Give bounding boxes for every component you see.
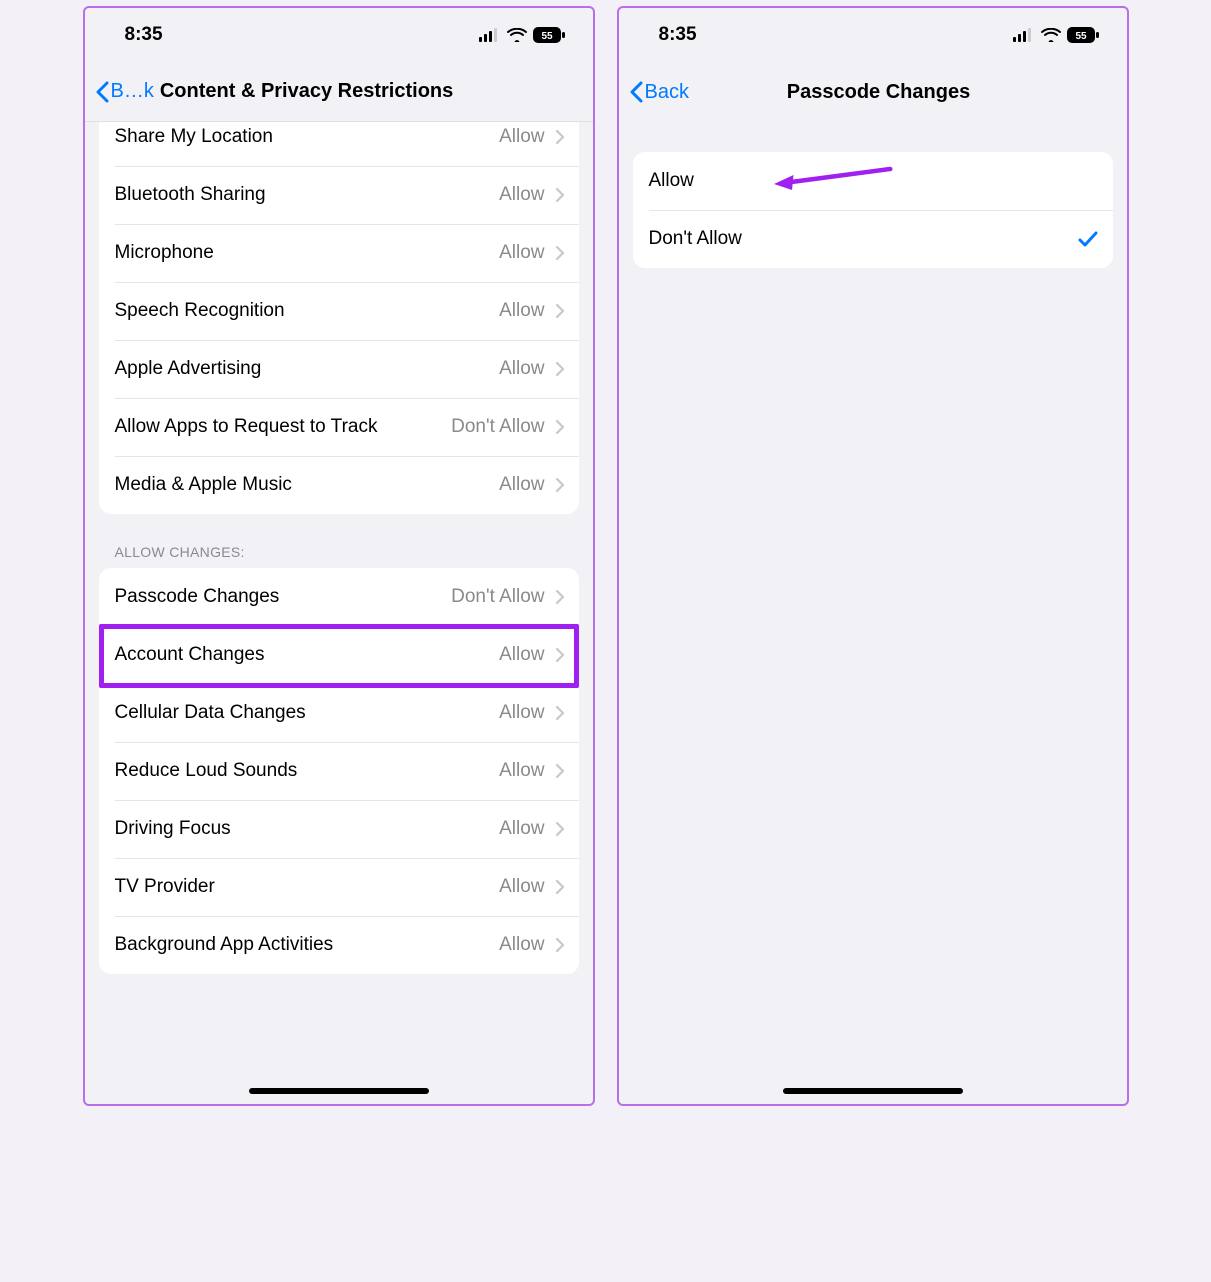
status-bar: 8:35 55 [619,8,1127,62]
signal-icon [479,28,501,42]
chevron-right-icon [555,129,565,145]
chevron-right-icon [555,879,565,895]
option-label: Allow [649,170,694,192]
row-value: Allow [499,702,544,724]
row-value: Allow [499,358,544,380]
navbar: B…k Content & Privacy Restrictions [85,62,593,122]
row-label: Media & Apple Music [115,474,292,496]
row-label: Reduce Loud Sounds [115,760,298,782]
page-title: Passcode Changes [787,81,970,104]
chevron-left-icon [629,81,643,103]
row-value: Allow [499,818,544,840]
row-speech-recognition[interactable]: Speech Recognition Allow [99,282,579,340]
row-label: Allow Apps to Request to Track [115,416,378,438]
row-label: Speech Recognition [115,300,285,322]
checkmark-icon [1077,229,1099,249]
screen-passcode-changes: 8:35 55 Back Passcode Changes Allow Don'… [617,6,1129,1106]
row-media-apple-music[interactable]: Media & Apple Music Allow [99,456,579,514]
row-apple-advertising[interactable]: Apple Advertising Allow [99,340,579,398]
row-label: Apple Advertising [115,358,262,380]
chevron-right-icon [555,937,565,953]
back-button[interactable]: B…k [95,80,154,103]
battery-icon: 55 [1067,27,1099,43]
chevron-right-icon [555,245,565,261]
back-button[interactable]: Back [629,81,689,104]
battery-icon: 55 [533,27,565,43]
chevron-right-icon [555,419,565,435]
status-time: 8:35 [659,24,697,46]
row-label: TV Provider [115,876,215,898]
row-label: Cellular Data Changes [115,702,306,724]
status-icons: 55 [1013,27,1099,43]
signal-icon [1013,28,1035,42]
home-indicator[interactable] [249,1088,429,1094]
row-value: Allow [499,760,544,782]
svg-text:55: 55 [1075,31,1087,42]
row-label: Passcode Changes [115,586,280,608]
row-reduce-loud-sounds[interactable]: Reduce Loud Sounds Allow [99,742,579,800]
row-value: Allow [499,126,544,148]
settings-group-privacy: Share My Location Allow Bluetooth Sharin… [99,122,579,514]
chevron-left-icon [95,81,109,103]
row-value: Allow [499,644,544,666]
row-allow-apps-to-track[interactable]: Allow Apps to Request to Track Don't All… [99,398,579,456]
option-dont-allow[interactable]: Don't Allow [633,210,1113,268]
chevron-right-icon [555,589,565,605]
row-value: Allow [499,876,544,898]
row-label: Driving Focus [115,818,231,840]
wifi-icon [507,28,527,42]
chevron-right-icon [555,361,565,377]
option-allow[interactable]: Allow [633,152,1113,210]
row-value: Allow [499,242,544,264]
chevron-right-icon [555,303,565,319]
page-title: Content & Privacy Restrictions [160,80,453,103]
row-label: Bluetooth Sharing [115,184,266,206]
row-share-my-location[interactable]: Share My Location Allow [99,122,579,166]
row-background-app-activities[interactable]: Background App Activities Allow [99,916,579,974]
row-driving-focus[interactable]: Driving Focus Allow [99,800,579,858]
row-label: Share My Location [115,126,273,148]
navbar: Back Passcode Changes [619,62,1127,122]
row-label: Microphone [115,242,214,264]
section-header-allow-changes: Allow Changes: [115,544,593,560]
chevron-right-icon [555,705,565,721]
row-cellular-data-changes[interactable]: Cellular Data Changes Allow [99,684,579,742]
chevron-right-icon [555,477,565,493]
wifi-icon [1041,28,1061,42]
home-indicator[interactable] [783,1088,963,1094]
chevron-right-icon [555,647,565,663]
chevron-right-icon [555,821,565,837]
row-value: Allow [499,474,544,496]
options-group: Allow Don't Allow [633,152,1113,268]
row-passcode-changes[interactable]: Passcode Changes Don't Allow [99,568,579,626]
status-time: 8:35 [125,24,163,46]
row-microphone[interactable]: Microphone Allow [99,224,579,282]
svg-text:55: 55 [541,31,553,42]
row-value: Don't Allow [451,416,544,438]
status-icons: 55 [479,27,565,43]
row-value: Allow [499,184,544,206]
screen-content-privacy: 8:35 55 B…k Content & Privacy Restrictio… [83,6,595,1106]
row-value: Allow [499,934,544,956]
chevron-right-icon [555,187,565,203]
settings-group-allow-changes: Passcode Changes Don't Allow Account Cha… [99,568,579,974]
row-account-changes[interactable]: Account Changes Allow [99,626,579,684]
row-tv-provider[interactable]: TV Provider Allow [99,858,579,916]
row-value: Allow [499,300,544,322]
back-label: B…k [111,80,154,103]
back-label: Back [645,81,689,104]
option-label: Don't Allow [649,228,742,250]
row-bluetooth-sharing[interactable]: Bluetooth Sharing Allow [99,166,579,224]
chevron-right-icon [555,763,565,779]
status-bar: 8:35 55 [85,8,593,62]
row-label: Background App Activities [115,934,334,956]
row-value: Don't Allow [451,586,544,608]
row-label: Account Changes [115,644,265,666]
